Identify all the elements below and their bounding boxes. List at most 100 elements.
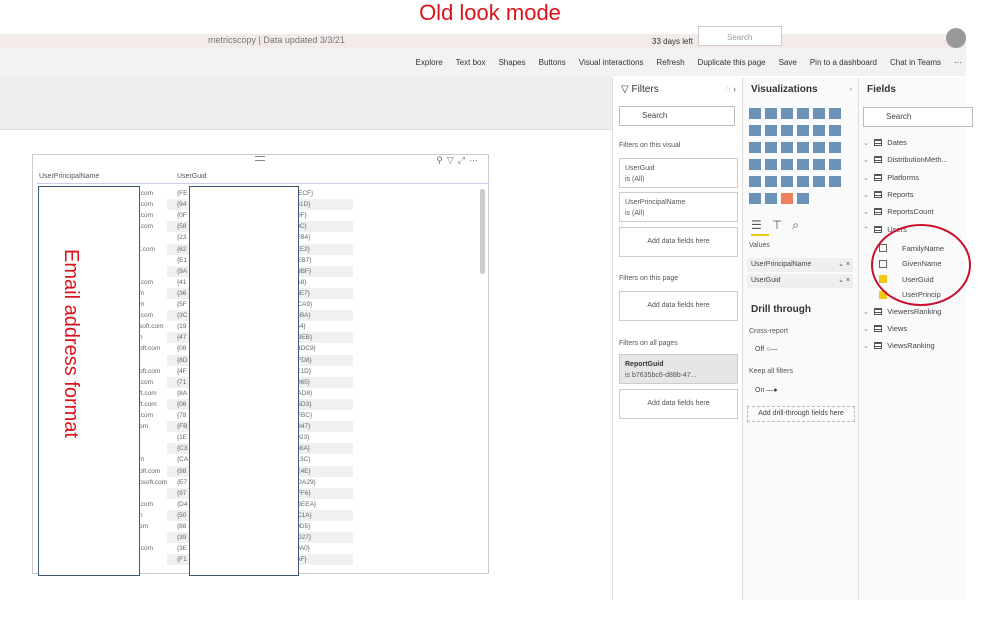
filters-all-label: Filters on all pages xyxy=(619,340,678,347)
visual-type-icon[interactable] xyxy=(765,125,777,136)
visual-type-icon[interactable] xyxy=(829,125,841,136)
guid-cell-start: {8A xyxy=(177,389,188,397)
chevron-down-icon[interactable]: ⌄ xyxy=(863,307,869,316)
duplicate-page-button[interactable]: Duplicate this page xyxy=(698,58,766,67)
visual-type-icon[interactable] xyxy=(829,159,841,170)
cross-report-toggle[interactable]: Off ○— xyxy=(755,346,777,353)
chevron-right-icon[interactable]: › xyxy=(850,84,853,93)
visual-type-icon[interactable] xyxy=(781,125,793,136)
guid-cell-start: {50 xyxy=(177,511,187,519)
chevron-down-icon[interactable]: ⌄ xyxy=(863,190,869,199)
visual-type-icon[interactable] xyxy=(797,125,809,136)
upn-cell: .com xyxy=(139,412,154,419)
visual-type-icon[interactable] xyxy=(813,108,825,119)
guid-cell-start: {94 xyxy=(177,201,187,209)
visual-type-icon[interactable] xyxy=(765,176,777,187)
chevron-up-icon[interactable]: ⌃ xyxy=(863,225,869,234)
visual-type-icon[interactable] xyxy=(781,176,793,187)
column-header-guid[interactable]: UserGuid xyxy=(177,173,207,180)
table-icon xyxy=(874,208,883,216)
field-table[interactable]: ⌄ Platforms xyxy=(863,173,919,182)
remove-icon[interactable]: ⌄ × xyxy=(838,258,850,272)
visual-type-icon[interactable] xyxy=(797,159,809,170)
visual-type-icon[interactable] xyxy=(749,125,761,136)
visual-type-icon[interactable] xyxy=(797,108,809,119)
visual-type-icon[interactable] xyxy=(781,142,793,153)
chevron-down-icon[interactable]: ⌄ xyxy=(863,138,869,147)
add-data-fields-visual[interactable]: Add data fields here xyxy=(619,227,738,257)
drag-handle-icon[interactable] xyxy=(255,156,265,161)
visual-type-icon[interactable] xyxy=(829,108,841,119)
chat-teams-button[interactable]: Chat in Teams xyxy=(890,58,941,67)
visual-type-icon[interactable] xyxy=(749,193,761,204)
field-table[interactable]: ⌄ Views xyxy=(863,324,907,333)
keep-filters-toggle[interactable]: On —● xyxy=(755,387,778,394)
refresh-button[interactable]: Refresh xyxy=(657,58,685,67)
field-table[interactable]: ⌄ ReportsCount xyxy=(863,207,934,216)
visual-type-icon[interactable] xyxy=(781,159,793,170)
visual-type-icon[interactable] xyxy=(797,176,809,187)
add-data-fields-page[interactable]: Add data fields here xyxy=(619,291,738,321)
table-visual[interactable]: ⚲▽⤢⋯ UserPrincipalName UserGuid .com {FE D… xyxy=(32,154,489,576)
visual-type-icon[interactable] xyxy=(781,108,793,119)
visual-type-icon[interactable] xyxy=(797,142,809,153)
scrollbar[interactable] xyxy=(480,189,485,274)
chevron-down-icon[interactable]: ⌄ xyxy=(863,324,869,333)
add-data-fields-all[interactable]: Add data fields here xyxy=(619,389,738,419)
visual-type-icon[interactable] xyxy=(813,142,825,153)
buttons-button[interactable]: Buttons xyxy=(539,58,566,67)
field-table[interactable]: ⌄ Dates xyxy=(863,138,907,147)
more-button[interactable]: ··· xyxy=(954,58,962,67)
filters-search-input[interactable]: Search xyxy=(619,106,735,126)
shapes-button[interactable]: Shapes xyxy=(498,58,525,67)
filter-card-userguid[interactable]: UserGuid is (All) xyxy=(619,158,738,188)
visual-type-icon[interactable] xyxy=(797,193,809,204)
field-table[interactable]: ⌄ Reports xyxy=(863,190,914,199)
visual-header-icons[interactable]: ⚲▽⤢⋯ xyxy=(436,155,482,166)
visual-type-icon[interactable] xyxy=(813,125,825,136)
remove-icon[interactable]: ⌄ × xyxy=(838,274,850,288)
filters-pane: ▽ Filters ◌ › Search Filters on this vis… xyxy=(612,78,742,600)
field-table[interactable]: ⌄ ViewersRanking xyxy=(863,307,941,316)
visual-type-icon[interactable] xyxy=(749,159,761,170)
chevron-down-icon[interactable]: ⌄ xyxy=(863,155,869,164)
visual-type-icon[interactable] xyxy=(829,176,841,187)
visual-type-icon[interactable] xyxy=(781,193,793,204)
cross-report-label: Cross-report xyxy=(749,328,788,335)
field-table[interactable]: ⌄ ViewsRanking xyxy=(863,341,935,350)
visual-type-icon[interactable] xyxy=(765,142,777,153)
filter-card-reportguid[interactable]: ReportGuid is b7635bc6-d88b-47... xyxy=(619,354,738,384)
visual-interactions-button[interactable]: Visual interactions xyxy=(579,58,644,67)
visual-type-icon[interactable] xyxy=(765,108,777,119)
visual-type-icon[interactable] xyxy=(813,176,825,187)
text-box-button[interactable]: Text box xyxy=(456,58,486,67)
guid-cell-start: {4F xyxy=(177,367,187,375)
visual-type-icon[interactable] xyxy=(749,108,761,119)
visual-type-icon[interactable] xyxy=(749,176,761,187)
filter-card-upn[interactable]: UserPrincipalName is (All) xyxy=(619,192,738,222)
collapse-chevron-icon[interactable]: ◌ › xyxy=(725,84,736,94)
visual-type-icon[interactable] xyxy=(749,142,761,153)
guid-cell-start: {78 xyxy=(177,412,187,419)
pin-dashboard-button[interactable]: Pin to a dashboard xyxy=(810,58,877,67)
visual-type-icon[interactable] xyxy=(765,159,777,170)
value-well-guid[interactable]: UserGuid ⌄ × xyxy=(747,274,853,288)
visual-type-icon[interactable] xyxy=(829,142,841,153)
chevron-down-icon[interactable]: ⌄ xyxy=(863,207,869,216)
field-table[interactable]: ⌄ DistributionMeth... xyxy=(863,155,948,164)
fields-search-input[interactable]: Search xyxy=(863,107,973,127)
save-button[interactable]: Save xyxy=(779,58,797,67)
search-input[interactable]: Search xyxy=(698,26,782,46)
visual-type-icon[interactable] xyxy=(813,159,825,170)
upn-cell: ft.com xyxy=(139,389,157,397)
guid-cell-start: {06 xyxy=(177,400,187,408)
avatar[interactable] xyxy=(946,28,966,48)
column-header-upn[interactable]: UserPrincipalName xyxy=(39,173,99,180)
fields-format-analytics-tabs[interactable]: ☰⊤⌕ xyxy=(751,218,809,233)
chevron-down-icon[interactable]: ⌄ xyxy=(863,173,869,182)
value-well-upn[interactable]: UserPrincipalName ⌄ × xyxy=(747,258,853,272)
add-drill-through-fields[interactable]: Add drill-through fields here xyxy=(747,406,855,422)
explore-button[interactable]: Explore xyxy=(416,58,443,67)
visual-type-icon[interactable] xyxy=(765,193,777,204)
chevron-down-icon[interactable]: ⌄ xyxy=(863,341,869,350)
